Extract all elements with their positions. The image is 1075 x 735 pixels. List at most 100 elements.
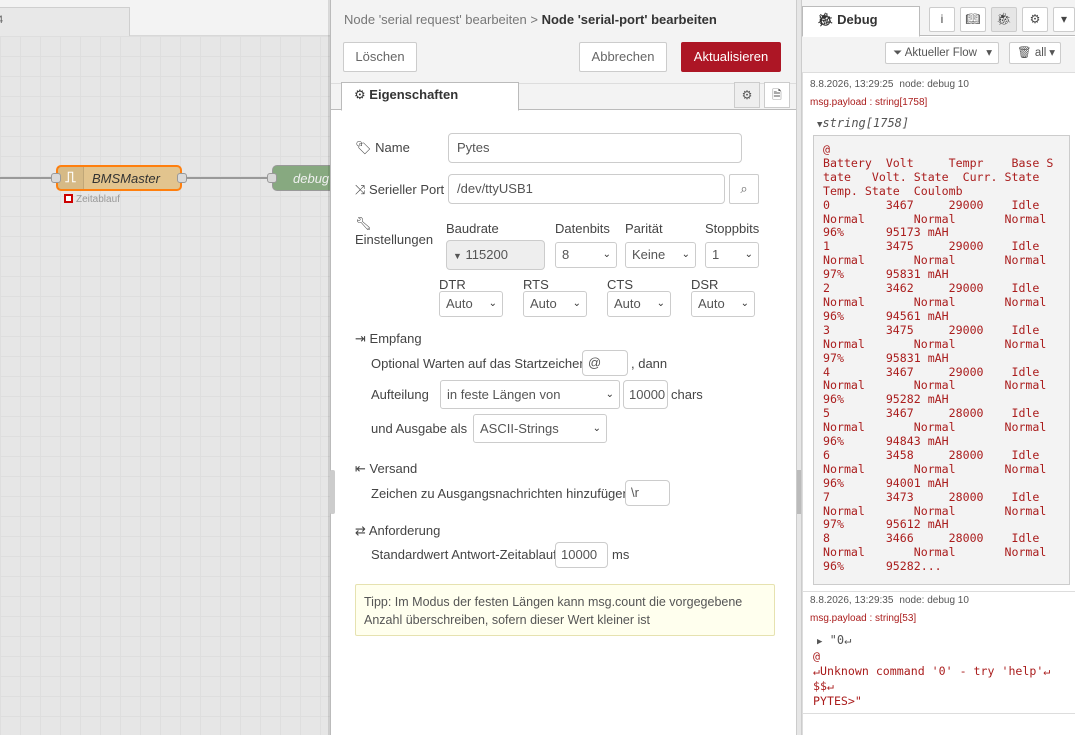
caret-down-icon: ▾ [1049, 47, 1055, 59]
split-select[interactable]: in feste Längen von ⌄ [440, 380, 620, 409]
tab-node-settings[interactable]: ⚙ [734, 82, 760, 108]
message-time: 8.8.2026, 13:29:35 [810, 595, 894, 606]
message-path[interactable]: msg.payload : string[1758] [810, 97, 927, 108]
search-port-button[interactable]: ⌕ [729, 174, 759, 204]
databits-select[interactable]: 8 ⌄ [555, 242, 617, 268]
wire[interactable] [182, 177, 274, 179]
wire[interactable] [0, 177, 58, 179]
input-section-title: ⇥ Empfang [355, 331, 422, 347]
input-port[interactable] [267, 173, 277, 183]
tab-properties-label: Eigenschaften [369, 87, 459, 102]
chevron-down-icon: ⌄ [488, 298, 497, 309]
message-node[interactable]: node: debug 10 [899, 595, 969, 606]
update-button[interactable]: Aktualisieren [681, 42, 781, 72]
timeout-unit: ms [612, 547, 630, 562]
timeout-label: Standardwert Antwort-Zeitablauf [371, 547, 557, 562]
output-section-label: Versand [369, 461, 418, 476]
settings-label-text: Einstellungen [355, 232, 434, 247]
message-time: 8.8.2026, 13:29:25 [810, 79, 894, 90]
config-tab-button[interactable]: ⚙ [1022, 7, 1048, 32]
cancel-button[interactable]: Abbrechen [579, 42, 667, 72]
stopbits-select[interactable]: 1 ⌄ [705, 242, 759, 268]
baud-combo[interactable]: ▼ 115200 [446, 240, 545, 270]
message-path[interactable]: msg.payload : string[53] [810, 613, 916, 624]
request-section-label: Anforderung [368, 523, 441, 538]
timeout-input[interactable]: 10000 [555, 542, 608, 568]
rts-select[interactable]: Auto ⌄ [523, 291, 587, 317]
clear-label: all [1034, 47, 1047, 59]
sidebar-menu-button[interactable]: ▾ [1053, 7, 1075, 32]
parity-select[interactable]: Keine ⌄ [625, 242, 696, 268]
edit-tray: Node 'serial request' bearbeiten > Node … [330, 0, 797, 735]
message-type-toggle[interactable]: ▼string[1758] [817, 116, 909, 130]
start-char-input[interactable]: @ [582, 350, 628, 376]
add-char-input[interactable]: \r [625, 480, 670, 506]
wait-suffix: , dann [631, 356, 668, 371]
dsr-label: DSR [691, 277, 719, 292]
name-label-text: Name [375, 140, 410, 155]
trash-icon: 🗑︎ [1017, 47, 1032, 59]
tab-description[interactable]: 🗎 [764, 82, 790, 108]
serial-port-input[interactable]: /dev/ttyUSB1 [448, 174, 725, 204]
message-line1: "0↵ [829, 633, 852, 647]
tab-properties[interactable]: ⚙ Eigenschaften [341, 82, 519, 111]
tray-tabs: ⚙ Eigenschaften ⚙ 🗎 [331, 82, 797, 111]
message-node[interactable]: node: debug 10 [899, 79, 969, 90]
delete-button[interactable]: Löschen [343, 42, 417, 72]
input-section-label: Empfang [369, 331, 422, 346]
add-char-label: Zeichen zu Ausgangsnachrichten hinzufüge… [371, 486, 630, 501]
parity-value: Keine [632, 247, 666, 262]
debug-tab-button[interactable]: 🐞︎ [991, 7, 1017, 32]
tray-header: Node 'serial request' bearbeiten > Node … [331, 0, 797, 84]
sign-in-icon: ⇥ [355, 331, 366, 346]
sidebar-resize-grip[interactable] [797, 470, 801, 514]
chevron-down-icon: ⌄ [681, 249, 690, 260]
caret-down-icon: ▼ [453, 251, 462, 261]
info-tab-button[interactable]: i [929, 7, 955, 32]
bug-icon: 🐞︎ [996, 12, 1012, 26]
message-body: @ Battery Volt Tempr Base S tate Volt. S… [813, 135, 1070, 585]
output-format-select[interactable]: ASCII-Strings ⌄ [473, 414, 607, 443]
dtr-label: DTR [439, 277, 466, 292]
stopbits-value: 1 [712, 247, 720, 262]
tray-resize-handle[interactable] [330, 470, 335, 514]
cts-label: CTS [607, 277, 633, 292]
databits-label: Datenbits [555, 221, 610, 236]
name-input[interactable]: Pytes [448, 133, 742, 163]
sidebar: 🐞︎ Debug i 📖︎ 🐞︎ ⚙ ▾ ⏷ Aktueller Flow ▾ … [802, 0, 1075, 735]
filter-label: Aktueller Flow [904, 47, 977, 59]
flow-node-bmsmaster[interactable]: ⎍ BMSMaster [56, 165, 182, 191]
help-tab-button[interactable]: 📖︎ [960, 7, 986, 32]
dtr-select[interactable]: Auto ⌄ [439, 291, 503, 317]
search-icon: ⌕ [740, 181, 748, 196]
chevron-down-icon: ⌄ [656, 298, 665, 309]
filter-button[interactable]: ⏷ Aktueller Flow ▾ [885, 42, 999, 64]
cts-select[interactable]: Auto ⌄ [607, 291, 671, 317]
split-suffix: chars [671, 387, 703, 402]
node-label: BMSMaster [92, 171, 160, 186]
output-section-title: ⇤ Versand [355, 461, 417, 477]
breadcrumb-separator: > [530, 12, 538, 27]
message-separator [803, 591, 1075, 592]
gear-icon: ⚙ [741, 88, 753, 102]
status-square-icon [64, 194, 73, 203]
message-line-toggle[interactable]: ▶ "0↵ [817, 633, 851, 647]
wait-label: Optional Warten auf das Startzeichen [371, 356, 587, 371]
chevron-down-icon: ⌄ [744, 249, 753, 260]
caret-right-icon: ▶ [817, 637, 823, 647]
debug-messages[interactable]: 8.8.2026, 13:29:25 node: debug 10 msg.pay… [802, 73, 1075, 735]
output-port[interactable] [177, 173, 187, 183]
message-body: @ ↵Unknown command '0' - try 'help'↵ $$↵… [813, 649, 1051, 708]
gear-icon: ⚙ [1029, 12, 1041, 26]
flow-canvas[interactable] [0, 36, 330, 735]
tab-debug[interactable]: 🐞︎ Debug [802, 6, 920, 37]
input-port[interactable] [51, 173, 61, 183]
serial-wave-icon: ⎍ [58, 167, 84, 189]
split-length-input[interactable]: 10000 [623, 380, 668, 409]
breadcrumb-parent[interactable]: Node 'serial request' bearbeiten [344, 12, 527, 27]
flow-node-debug[interactable]: debug [272, 165, 330, 191]
dsr-select[interactable]: Auto ⌄ [691, 291, 755, 317]
clear-button[interactable]: 🗑︎ all ▾ [1009, 42, 1061, 64]
shuffle-icon: ⤨ [355, 182, 366, 197]
workspace-tab[interactable]: 4 [0, 7, 130, 37]
